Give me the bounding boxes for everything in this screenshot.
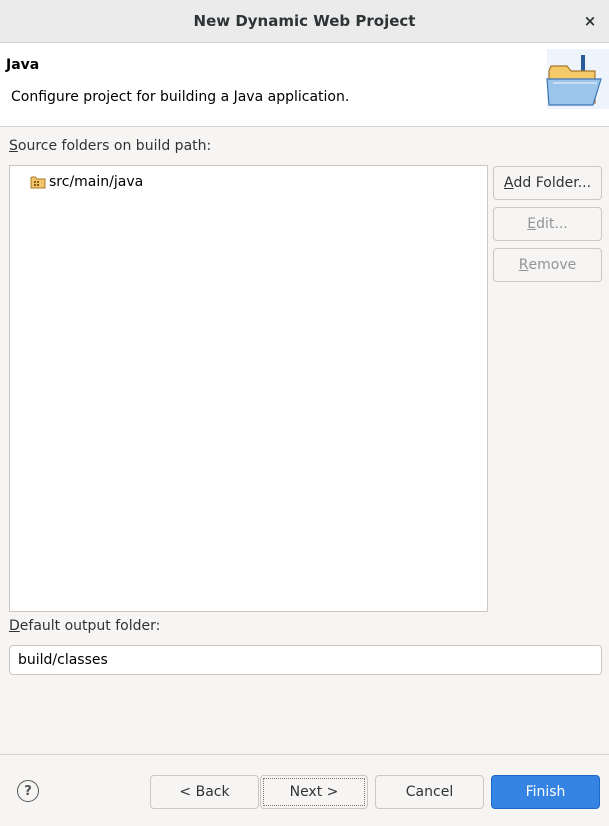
next-button[interactable]: Next >	[260, 775, 368, 809]
output-folder-label-text: efault output folder:	[19, 618, 161, 634]
dialog-title: New Dynamic Web Project	[193, 12, 416, 30]
output-folder-input[interactable]	[9, 645, 602, 675]
page-description: Configure project for building a Java ap…	[11, 89, 350, 105]
finish-button[interactable]: Finish	[491, 775, 600, 809]
remove-mnemonic: R	[518, 257, 529, 273]
java-folder-wizard-icon	[546, 49, 609, 109]
close-icon[interactable]: ×	[579, 10, 601, 32]
back-button[interactable]: < Back	[150, 775, 259, 809]
wizard-banner: Java Configure project for building a Ja…	[0, 43, 609, 127]
add-folder-button[interactable]: Add Folder...	[493, 166, 602, 200]
source-folders-label: Source folders on build path:	[9, 138, 211, 154]
edit-label: dit...	[536, 216, 568, 232]
edit-button[interactable]: Edit...	[493, 207, 602, 241]
page-heading: Java	[6, 57, 40, 73]
edit-mnemonic: E	[527, 216, 537, 232]
source-folders-label-text: ource folders on build path:	[17, 138, 212, 154]
cancel-button[interactable]: Cancel	[375, 775, 484, 809]
remove-button[interactable]: Remove	[493, 248, 602, 282]
tree-item-label: src/main/java	[49, 174, 144, 190]
add-folder-label: dd Folder...	[513, 175, 592, 191]
add-folder-mnemonic: A	[503, 175, 514, 191]
output-folder-label-mnemonic: D	[9, 618, 20, 634]
help-icon[interactable]: ?	[17, 780, 39, 802]
source-folders-tree[interactable]: src/main/java	[9, 165, 488, 612]
footer-separator	[0, 754, 609, 755]
title-bar: New Dynamic Web Project ×	[0, 0, 609, 43]
output-folder-label: Default output folder:	[9, 618, 160, 634]
remove-label: emove	[528, 257, 577, 273]
source-folder-icon	[30, 176, 46, 189]
source-folders-label-mnemonic: S	[9, 138, 18, 154]
tree-item-source-folder[interactable]: src/main/java	[30, 171, 143, 193]
